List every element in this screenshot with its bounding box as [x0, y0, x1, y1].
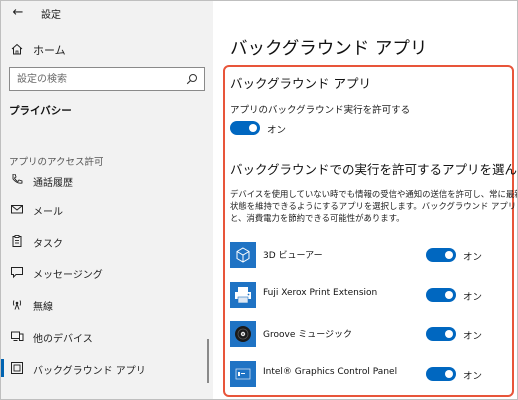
- sidebar-item-home[interactable]: ホーム: [1, 37, 213, 61]
- call-history-icon: [12, 174, 23, 184]
- app-row-print-extension: Fuji Xerox Print Extension オン: [230, 282, 517, 308]
- app-name: Intel® Graphics Control Panel: [263, 367, 398, 377]
- app-toggle-label: オン: [463, 371, 483, 382]
- sidebar-item-label: 無線: [33, 302, 53, 313]
- sidebar-scrollbar[interactable]: [207, 339, 209, 383]
- toggle-knob: [445, 291, 453, 299]
- title-bar: ← 設定: [1, 1, 213, 25]
- radios-icon: [12, 300, 22, 310]
- app-toggle-print-extension[interactable]: [426, 288, 456, 302]
- sidebar: ← 設定 ホーム プライバシー アプリのアクセス許可 通話履歴: [1, 1, 213, 399]
- description-line: デバイスを使用していない時でも情報の受信や通知の送信を許可し、常に最新の: [230, 189, 518, 199]
- allow-background-toggle-label: オン: [267, 125, 287, 136]
- app-toggle-label: オン: [463, 292, 483, 303]
- other-devices-icon: [11, 331, 24, 341]
- choose-apps-title: バックグラウンドでの実行を許可するアプリを選んでください: [230, 162, 517, 177]
- settings-window: ← 設定 ホーム プライバシー アプリのアクセス許可 通話履歴: [0, 0, 518, 400]
- sidebar-item-background-apps[interactable]: バックグラウンド アプリ: [1, 355, 213, 381]
- sidebar-item-label: 通話履歴: [33, 178, 73, 188]
- toggle-knob: [445, 251, 453, 259]
- app-name: Groove ミュージック: [263, 330, 353, 340]
- intel-graphics-icon: [230, 361, 256, 387]
- sidebar-item-label: タスク: [33, 239, 63, 250]
- sidebar-item-other-devices[interactable]: 他のデバイス: [1, 323, 213, 349]
- toggle-knob: [249, 124, 257, 132]
- description: デバイスを使用していない時でも情報の受信や通知の送信を許可し、常に最新の 状態を…: [230, 188, 518, 224]
- app-toggle-label: オン: [463, 331, 483, 342]
- 3d-viewer-icon: [230, 242, 256, 268]
- page-title: バックグラウンド アプリ: [230, 39, 428, 59]
- groove-music-icon: [230, 321, 256, 347]
- description-line: 状態を維持できるようにするアプリを選択します。バックグラウンド アプリをオフにす…: [230, 201, 517, 211]
- app-name: Fuji Xerox Print Extension: [263, 288, 378, 298]
- sidebar-item-call-history[interactable]: 通話履歴: [1, 174, 213, 188]
- back-arrow-icon: ←: [12, 5, 24, 20]
- sidebar-item-messaging[interactable]: メッセージング: [1, 259, 213, 285]
- sidebar-item-label: バックグラウンド アプリ: [33, 366, 146, 377]
- sidebar-item-mail[interactable]: メール: [1, 196, 213, 222]
- privacy-heading: プライバシー: [9, 105, 72, 117]
- app-row-intel-graphics: Intel® Graphics Control Panel オン: [230, 361, 517, 387]
- window-title: 設定: [41, 10, 61, 21]
- app-toggle-3d-viewer[interactable]: [426, 248, 456, 262]
- home-icon: [11, 43, 23, 55]
- toggle-knob: [445, 330, 453, 338]
- print-extension-icon: [230, 282, 256, 308]
- sidebar-item-tasks[interactable]: タスク: [1, 228, 213, 254]
- allow-background-label: アプリのバックグラウンド実行を許可する: [230, 105, 411, 116]
- search-icon[interactable]: [186, 73, 198, 85]
- main-content: バックグラウンド アプリ バックグラウンド アプリ アプリのバックグラウンド実行…: [213, 1, 518, 399]
- background-apps-icon: [11, 362, 23, 374]
- app-toggle-groove-music[interactable]: [426, 327, 456, 341]
- messaging-icon: [11, 267, 23, 279]
- search-input[interactable]: [10, 68, 180, 90]
- toggle-knob: [445, 370, 453, 378]
- app-row-groove-music: Groove ミュージック オン: [230, 321, 517, 347]
- back-button[interactable]: ←: [9, 4, 27, 22]
- description-line: と、消費電力を節約できる可能性があります。: [230, 213, 405, 223]
- sidebar-item-label: メッセージング: [33, 270, 103, 281]
- app-name: 3D ビューアー: [263, 251, 323, 261]
- section-title: バックグラウンド アプリ: [230, 76, 371, 91]
- sidebar-item-label: ホーム: [33, 44, 66, 57]
- app-toggle-label: オン: [463, 252, 483, 263]
- mail-icon: [11, 205, 23, 214]
- allow-background-toggle[interactable]: [230, 121, 260, 135]
- search-field[interactable]: [9, 67, 205, 91]
- app-toggle-intel-graphics[interactable]: [426, 367, 456, 381]
- sidebar-item-label: メール: [33, 207, 63, 218]
- sidebar-item-label: 他のデバイス: [33, 334, 93, 345]
- sidebar-item-radios[interactable]: 無線: [1, 291, 213, 317]
- app-permissions-label: アプリのアクセス許可: [9, 157, 104, 168]
- app-row-3d-viewer: 3D ビューアー オン: [230, 242, 517, 268]
- tasks-icon: [12, 235, 22, 247]
